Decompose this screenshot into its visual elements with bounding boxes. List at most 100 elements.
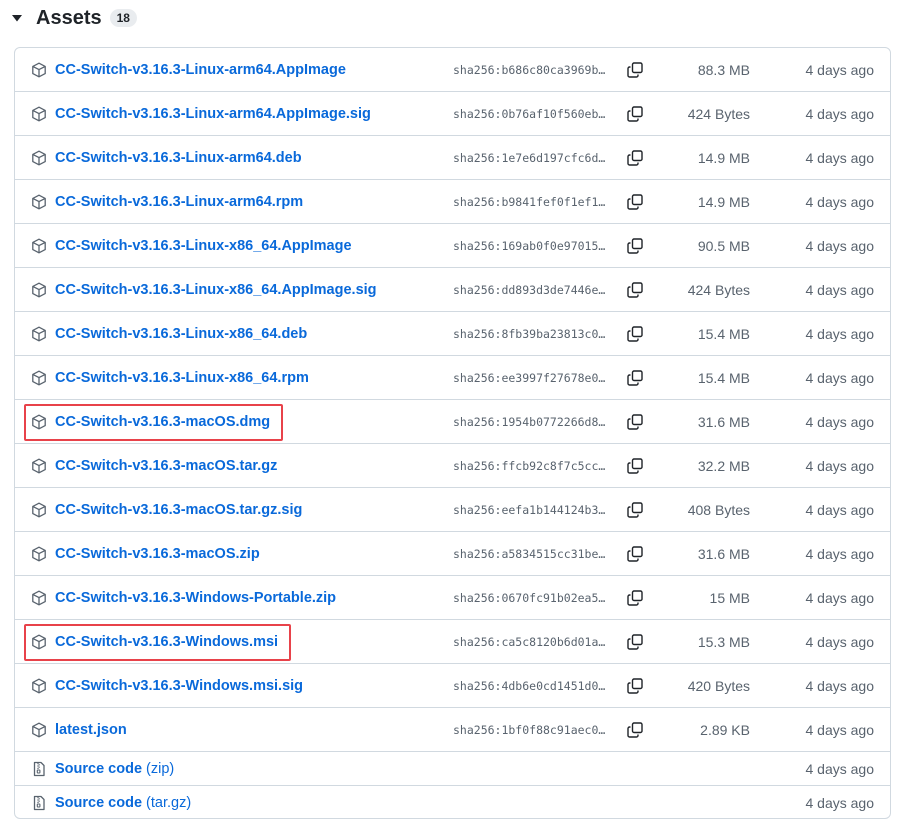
asset-sha256: sha256:ca5c8120b6d01a… bbox=[453, 635, 606, 649]
asset-size: 424 Bytes bbox=[687, 282, 750, 298]
package-icon bbox=[31, 282, 47, 298]
asset-sha256: sha256:1954b0772266d8… bbox=[453, 415, 606, 429]
asset-sha256: sha256:4db6e0cd1451d0… bbox=[453, 679, 606, 693]
asset-row: CC-Switch-v3.16.3-macOS.dmg sha256:1954b0… bbox=[15, 400, 890, 444]
asset-sha256: sha256:1bf0f88c91aec0… bbox=[453, 723, 606, 737]
asset-size: 88.3 MB bbox=[697, 62, 750, 78]
asset-date: 4 days ago bbox=[805, 150, 875, 166]
asset-row: CC-Switch-v3.16.3-Linux-arm64.deb sha256:… bbox=[15, 136, 890, 180]
asset-row: CC-Switch-v3.16.3-Linux-arm64.AppImage sh… bbox=[15, 48, 890, 92]
asset-row: CC-Switch-v3.16.3-Linux-arm64.rpm sha256:… bbox=[15, 180, 890, 224]
asset-date: 4 days ago bbox=[805, 634, 875, 650]
source-code-label: Source code bbox=[55, 795, 143, 811]
asset-size: 2.89 KB bbox=[700, 722, 750, 738]
source-code-row: Source code (zip) 4 days ago bbox=[15, 752, 890, 786]
copy-icon[interactable] bbox=[626, 105, 644, 123]
copy-icon[interactable] bbox=[626, 281, 644, 299]
copy-icon[interactable] bbox=[626, 237, 644, 255]
copy-icon[interactable] bbox=[626, 589, 644, 607]
asset-download-link[interactable]: CC-Switch-v3.16.3-Linux-x86_64.AppImage.… bbox=[55, 281, 377, 299]
package-icon bbox=[31, 458, 47, 474]
asset-sha256: sha256:169ab0f0e97015… bbox=[453, 239, 606, 253]
asset-download-link[interactable]: CC-Switch-v3.16.3-Linux-x86_64.AppImage bbox=[55, 237, 352, 255]
package-icon bbox=[31, 150, 47, 166]
asset-download-link[interactable]: CC-Switch-v3.16.3-Linux-arm64.AppImage.s… bbox=[55, 105, 371, 123]
asset-download-link[interactable]: CC-Switch-v3.16.3-Windows.msi bbox=[55, 633, 278, 651]
asset-date: 4 days ago bbox=[805, 722, 875, 738]
source-code-link[interactable]: Source code (tar.gz) bbox=[55, 794, 191, 812]
package-icon bbox=[31, 370, 47, 386]
package-icon bbox=[31, 62, 47, 78]
asset-sha256: sha256:ee3997f27678e0… bbox=[453, 371, 606, 385]
copy-icon[interactable] bbox=[626, 501, 644, 519]
source-code-link[interactable]: Source code (zip) bbox=[55, 760, 174, 778]
package-icon bbox=[31, 106, 47, 122]
asset-row: latest.json sha256:1bf0f88c91aec0… 2.89 KB… bbox=[15, 708, 890, 752]
asset-download-link[interactable]: CC-Switch-v3.16.3-Linux-arm64.AppImage bbox=[55, 61, 346, 79]
asset-download-link[interactable]: CC-Switch-v3.16.3-macOS.dmg bbox=[55, 413, 270, 431]
copy-icon[interactable] bbox=[626, 721, 644, 739]
package-icon bbox=[31, 722, 47, 738]
asset-date: 4 days ago bbox=[805, 326, 875, 342]
asset-row: CC-Switch-v3.16.3-Windows.msi.sig sha256:… bbox=[15, 664, 890, 708]
asset-row: CC-Switch-v3.16.3-Windows.msi sha256:ca5c… bbox=[15, 620, 890, 664]
asset-download-link[interactable]: CC-Switch-v3.16.3-Linux-arm64.rpm bbox=[55, 193, 303, 211]
asset-date: 4 days ago bbox=[805, 502, 875, 518]
asset-row: CC-Switch-v3.16.3-Linux-x86_64.AppImage.… bbox=[15, 268, 890, 312]
source-code-row: Source code (tar.gz) 4 days ago bbox=[15, 786, 890, 818]
package-icon bbox=[31, 414, 47, 430]
assets-title: Assets bbox=[36, 6, 102, 29]
asset-download-link[interactable]: CC-Switch-v3.16.3-Linux-x86_64.rpm bbox=[55, 369, 309, 387]
asset-size: 424 Bytes bbox=[687, 106, 750, 122]
asset-download-link[interactable]: CC-Switch-v3.16.3-macOS.tar.gz.sig bbox=[55, 501, 302, 519]
asset-download-link[interactable]: CC-Switch-v3.16.3-Windows.msi.sig bbox=[55, 677, 303, 695]
asset-sha256: sha256:0b76af10f560eb… bbox=[453, 107, 606, 121]
asset-date: 4 days ago bbox=[805, 194, 875, 210]
asset-download-link[interactable]: CC-Switch-v3.16.3-macOS.tar.gz bbox=[55, 457, 277, 475]
asset-download-link[interactable]: CC-Switch-v3.16.3-Linux-x86_64.deb bbox=[55, 325, 307, 343]
package-icon bbox=[31, 194, 47, 210]
package-icon bbox=[31, 238, 47, 254]
asset-date: 4 days ago bbox=[805, 414, 875, 430]
asset-sha256: sha256:1e7e6d197cfc6d… bbox=[453, 151, 606, 165]
copy-icon[interactable] bbox=[626, 369, 644, 387]
asset-date: 4 days ago bbox=[805, 106, 875, 122]
copy-icon[interactable] bbox=[626, 325, 644, 343]
asset-download-link[interactable]: latest.json bbox=[55, 721, 127, 739]
package-icon bbox=[31, 502, 47, 518]
asset-download-link[interactable]: CC-Switch-v3.16.3-Linux-arm64.deb bbox=[55, 149, 302, 167]
asset-date: 4 days ago bbox=[805, 761, 875, 777]
copy-icon[interactable] bbox=[626, 149, 644, 167]
asset-row: CC-Switch-v3.16.3-Windows-Portable.zip sh… bbox=[15, 576, 890, 620]
asset-sha256: sha256:a5834515cc31be… bbox=[453, 547, 606, 561]
copy-icon[interactable] bbox=[626, 193, 644, 211]
package-icon bbox=[31, 678, 47, 694]
asset-sha256: sha256:ffcb92c8f7c5cc… bbox=[453, 459, 606, 473]
asset-date: 4 days ago bbox=[805, 546, 875, 562]
triangle-down-icon[interactable] bbox=[10, 11, 24, 25]
asset-sha256: sha256:b9841fef0f1ef1… bbox=[453, 195, 606, 209]
asset-size: 14.9 MB bbox=[697, 194, 750, 210]
asset-size: 31.6 MB bbox=[697, 546, 750, 562]
asset-size: 15.3 MB bbox=[697, 634, 750, 650]
copy-icon[interactable] bbox=[626, 457, 644, 475]
asset-date: 4 days ago bbox=[805, 678, 875, 694]
asset-size: 14.9 MB bbox=[697, 150, 750, 166]
file-zip-icon bbox=[31, 795, 47, 811]
copy-icon[interactable] bbox=[626, 677, 644, 695]
package-icon bbox=[31, 634, 47, 650]
asset-size: 31.6 MB bbox=[697, 414, 750, 430]
asset-row: CC-Switch-v3.16.3-Linux-x86_64.rpm sha256… bbox=[15, 356, 890, 400]
asset-date: 4 days ago bbox=[805, 458, 875, 474]
asset-download-link[interactable]: CC-Switch-v3.16.3-Windows-Portable.zip bbox=[55, 589, 336, 607]
copy-icon[interactable] bbox=[626, 633, 644, 651]
asset-row: CC-Switch-v3.16.3-Linux-x86_64.AppImage s… bbox=[15, 224, 890, 268]
copy-icon[interactable] bbox=[626, 61, 644, 79]
asset-download-link[interactable]: CC-Switch-v3.16.3-macOS.zip bbox=[55, 545, 260, 563]
asset-size: 408 Bytes bbox=[687, 502, 750, 518]
asset-size: 32.2 MB bbox=[697, 458, 750, 474]
asset-size: 90.5 MB bbox=[697, 238, 750, 254]
copy-icon[interactable] bbox=[626, 545, 644, 563]
asset-size: 420 Bytes bbox=[687, 678, 750, 694]
copy-icon[interactable] bbox=[626, 413, 644, 431]
